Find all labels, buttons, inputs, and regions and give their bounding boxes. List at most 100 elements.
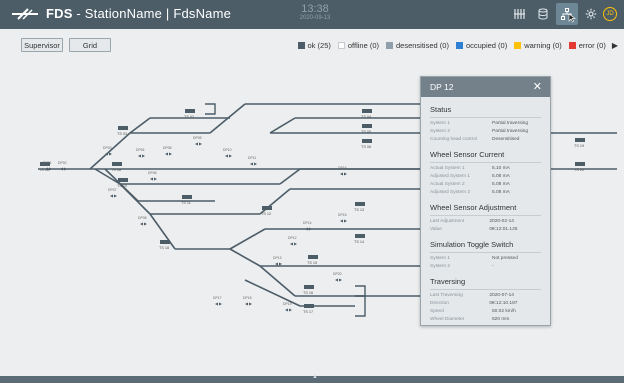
panel-header: DP 12 ✕	[421, 77, 550, 97]
legend-item-error[interactable]: error (0)	[568, 41, 606, 50]
legend-swatch-desensitised	[386, 42, 393, 49]
network-button[interactable]	[556, 3, 578, 25]
panel-row: Adjusted System 2 5.08 mA	[430, 189, 541, 197]
section-label: TS 16	[303, 291, 313, 295]
panel-row-label: Counting head control	[430, 137, 477, 142]
section-block[interactable]	[362, 139, 372, 143]
panel-row-label: System 1	[430, 256, 450, 261]
section-block[interactable]	[355, 234, 365, 238]
section-block[interactable]	[355, 202, 365, 206]
detection-point-icon[interactable]	[245, 302, 252, 306]
panel-title: DP 12	[430, 82, 454, 92]
panel-row-label: Adjusted System 2	[430, 190, 470, 195]
track-segment	[119, 183, 151, 215]
track-segment	[259, 265, 296, 297]
detection-point-icon[interactable]	[335, 278, 342, 282]
section-block[interactable]	[575, 138, 585, 142]
panel-row-value: Partial traversing	[492, 129, 528, 134]
section-block[interactable]	[304, 285, 314, 289]
detection-point-icon[interactable]	[195, 142, 202, 146]
section-block[interactable]	[308, 255, 318, 259]
track-segment	[259, 188, 291, 215]
section-block[interactable]	[262, 206, 272, 210]
section-block[interactable]	[118, 126, 128, 130]
detection-point-icon[interactable]	[110, 194, 117, 198]
detection-point-icon[interactable]	[150, 177, 157, 181]
legend-item-ok[interactable]: ok (25)	[297, 41, 331, 50]
detection-point-icon[interactable]	[225, 154, 232, 158]
legend-expand-icon[interactable]: ▶	[612, 41, 618, 50]
section-block[interactable]	[362, 109, 372, 113]
detection-point-icon[interactable]	[275, 262, 282, 266]
buffer-stop	[355, 295, 366, 317]
bottom-drawer[interactable]: ▲	[0, 374, 624, 383]
detection-point-icon[interactable]	[215, 302, 222, 306]
panel-row-value: 2020-07-14 08:12:10.187	[489, 293, 518, 306]
section-block[interactable]	[304, 304, 314, 308]
detection-point-label: DP03	[103, 146, 112, 150]
legend-swatch-occupied	[455, 42, 463, 49]
title-separator: -	[76, 6, 81, 21]
track-segment	[229, 248, 261, 267]
user-avatar[interactable]: JD	[603, 7, 617, 21]
track-view-button[interactable]	[508, 3, 530, 25]
section-block[interactable]	[185, 109, 195, 113]
panel-row-label: Wheel Diameter	[430, 317, 465, 322]
panel-row-label: System 1	[430, 121, 450, 126]
settings-button[interactable]	[580, 3, 602, 25]
panel-row-value: 5.08 mA	[492, 182, 510, 187]
train-logo-icon	[12, 8, 38, 20]
detection-point-icon[interactable]	[285, 308, 292, 312]
legend-item-occupied[interactable]: occupied (0)	[455, 41, 507, 50]
detection-point-icon[interactable]	[340, 172, 347, 176]
detection-point-icon[interactable]	[290, 242, 297, 246]
panel-row: Wheel Diameter 520 mm	[430, 316, 541, 324]
legend-item-offline[interactable]: offline (0)	[337, 41, 379, 50]
detection-point-icon[interactable]	[250, 162, 257, 166]
legend-label-ok: ok (25)	[307, 41, 331, 50]
detection-point-label: DP08	[138, 216, 147, 220]
detection-point-label: DP04	[136, 148, 145, 152]
detection-point-label: DP17	[213, 296, 222, 300]
panel-row-value: -	[492, 301, 494, 306]
section-block[interactable]	[182, 195, 192, 199]
detection-point-icon[interactable]	[165, 152, 172, 156]
detection-point-label: DP05	[163, 146, 172, 150]
supervisor-button[interactable]: Supervisor	[21, 38, 63, 52]
detection-point-label: DP09	[193, 136, 202, 140]
track-segment	[229, 228, 266, 250]
panel-section-title: Traversing	[430, 277, 541, 290]
section-block[interactable]	[575, 162, 585, 166]
legend-swatch-error	[568, 42, 576, 49]
panel-section-title: Simulation Toggle Switch	[430, 240, 541, 253]
clock-date: 2020-09-13	[299, 15, 331, 21]
section-block[interactable]	[362, 124, 372, 128]
detection-point-label: DP19	[283, 302, 292, 306]
section-label: TS 20	[574, 168, 584, 172]
grid-button[interactable]: Grid	[69, 38, 111, 52]
section-label: TS 06	[361, 145, 371, 149]
detection-point-label: DP15	[338, 213, 347, 217]
detection-point-label: DP20	[333, 272, 342, 276]
detection-point-label: DP02	[58, 161, 67, 165]
station-title: StationName | FdsName	[84, 6, 232, 21]
detection-point-icon[interactable]	[138, 154, 145, 158]
close-icon[interactable]: ✕	[533, 80, 542, 93]
section-block[interactable]	[160, 240, 170, 244]
detection-point-icon[interactable]	[140, 222, 147, 226]
panel-row-label: System 2	[430, 129, 450, 134]
panel-row-label: Direction	[430, 301, 449, 306]
section-label: TS 05	[361, 130, 371, 134]
legend-item-warning[interactable]: warning (0)	[514, 41, 562, 50]
detection-point-label: DP14	[303, 221, 312, 225]
track-view-icon	[514, 9, 525, 19]
detection-point-icon[interactable]	[340, 219, 347, 223]
section-block[interactable]	[118, 178, 128, 182]
legend-swatch-offline	[337, 42, 345, 49]
panel-row-label: Speed	[430, 309, 444, 314]
section-block[interactable]	[112, 162, 122, 166]
panel-row-value: -	[492, 227, 494, 232]
database-button[interactable]	[532, 3, 554, 25]
legend-item-desensitised[interactable]: desensitised (0)	[386, 41, 449, 50]
chevron-up-icon[interactable]: ▲	[312, 374, 318, 380]
